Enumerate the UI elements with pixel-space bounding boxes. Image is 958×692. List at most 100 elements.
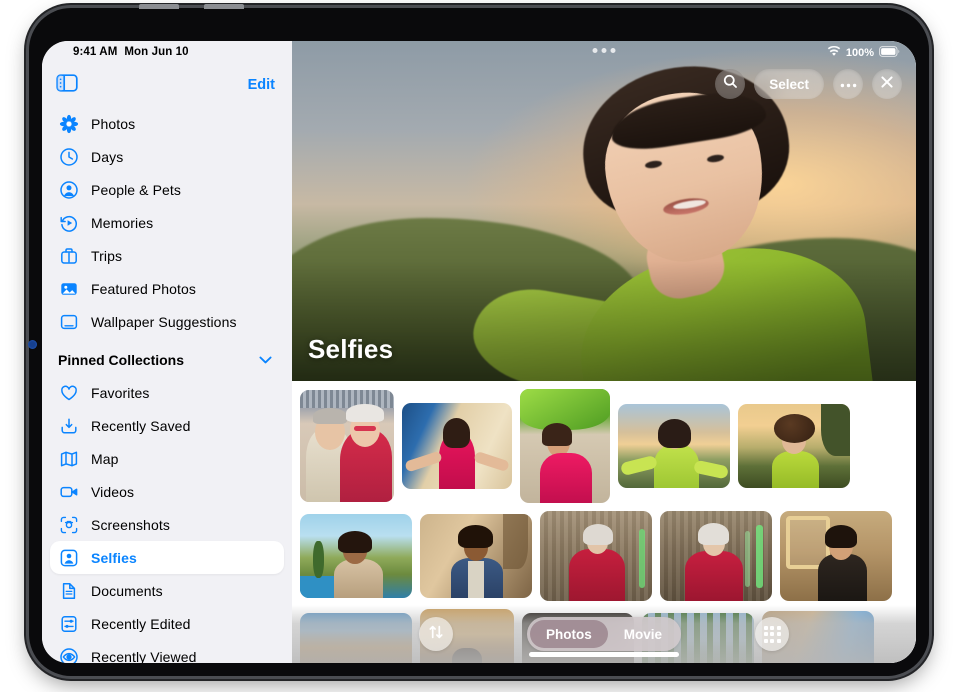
more-options-button[interactable] [833, 69, 863, 99]
photo-woman-pink-top-rocks-selfie[interactable] [402, 403, 512, 489]
sidebar-item-label: Documents [91, 583, 163, 599]
photo-grid-row [292, 511, 916, 601]
sidebar-item-featured-photos[interactable]: Featured Photos [50, 272, 284, 305]
sidebar-item-people-pets[interactable]: People & Pets [50, 173, 284, 206]
sidebar-toggle-icon[interactable] [56, 74, 78, 97]
download-tray-icon [58, 415, 79, 436]
sidebar-item-label: Days [91, 149, 123, 165]
wallpaper-icon [58, 311, 79, 332]
sidebar-item-label: Videos [91, 484, 134, 500]
grid-view-button[interactable] [755, 617, 789, 651]
ellipsis-icon [840, 75, 857, 93]
close-x-icon [880, 75, 894, 94]
photo-man-denim-jacket-selfie[interactable] [420, 514, 532, 598]
ipad-screen: 9:41 AM Mon Jun 10 Edit [42, 41, 916, 663]
photo-older-couple-selfie[interactable] [300, 390, 394, 502]
sidebar-item-videos[interactable]: Videos [50, 475, 284, 508]
memories-play-icon [58, 212, 79, 233]
sidebar-item-label: Wallpaper Suggestions [91, 314, 237, 330]
video-camera-icon [58, 481, 79, 502]
person-circle-icon [58, 179, 79, 200]
sort-arrows-icon [428, 624, 444, 645]
wifi-icon [827, 46, 841, 60]
select-label: Select [769, 77, 809, 92]
photo-woman-green-top-sunset-selfie[interactable] [618, 404, 730, 488]
grid-view-icon [764, 626, 781, 643]
sidebar-item-label: Recently Edited [91, 616, 191, 632]
sidebar-item-label: Screenshots [91, 517, 170, 533]
photo-woman-green-fabric-selfie[interactable] [520, 389, 610, 503]
device-side-indicator [28, 340, 37, 349]
status-time: 9:41 AM [73, 46, 117, 58]
search-icon [723, 74, 738, 94]
suitcase-icon [58, 245, 79, 266]
sidebar-item-selfies[interactable]: Selfies [50, 541, 284, 574]
sidebar-item-recently-viewed[interactable]: Recently Viewed [50, 640, 284, 663]
sidebar-item-wallpaper-suggestions[interactable]: Wallpaper Suggestions [50, 305, 284, 338]
pinned-collections-header[interactable]: Pinned Collections [50, 343, 284, 376]
sidebar-item-photos[interactable]: Photos [50, 107, 284, 140]
multitask-dots-icon[interactable] [593, 48, 616, 53]
photo-man-pool-selfie[interactable] [300, 514, 412, 598]
sidebar-item-label: Recently Saved [91, 418, 190, 434]
heart-icon [58, 382, 79, 403]
sidebar-item-label: Recently Viewed [91, 649, 197, 664]
segment-photos-label: Photos [546, 627, 592, 642]
photos-movie-segmented-control: Photos Movie [527, 617, 681, 651]
segment-movie-label: Movie [624, 627, 662, 642]
map-icon [58, 448, 79, 469]
status-date: Mon Jun 10 [124, 46, 188, 58]
sidebar-item-recently-saved[interactable]: Recently Saved [50, 409, 284, 442]
sort-button[interactable] [419, 617, 453, 651]
sidebar-item-recently-edited[interactable]: Recently Edited [50, 607, 284, 640]
sidebar-item-label: Favorites [91, 385, 149, 401]
eye-icon [58, 646, 79, 663]
select-button[interactable]: Select [754, 69, 824, 99]
segment-movie[interactable]: Movie [608, 620, 678, 648]
sidebar-item-documents[interactable]: Documents [50, 574, 284, 607]
battery-icon [879, 46, 900, 60]
edit-button[interactable]: Edit [248, 77, 275, 93]
sidebar-item-trips[interactable]: Trips [50, 239, 284, 272]
photo-grid-row [292, 389, 916, 503]
sidebar-item-memories[interactable]: Memories [50, 206, 284, 239]
sidebar-item-label: Map [91, 451, 119, 467]
volume-button-down[interactable] [204, 4, 244, 9]
sidebar-item-label: Featured Photos [91, 281, 196, 297]
document-icon [58, 580, 79, 601]
chevron-down-icon[interactable] [259, 351, 272, 369]
close-button[interactable] [872, 69, 902, 99]
photo-man-curly-hair-sunset-selfie[interactable] [738, 404, 850, 488]
home-indicator[interactable] [529, 652, 679, 657]
sidebar-item-map[interactable]: Map [50, 442, 284, 475]
status-bar-left: 9:41 AM Mon Jun 10 [42, 41, 292, 63]
sidebar-item-label: Memories [91, 215, 153, 231]
segment-photos[interactable]: Photos [530, 620, 608, 648]
sidebar-item-favorites[interactable]: Favorites [50, 376, 284, 409]
photo-woman-red-coat-neon-portrait[interactable] [660, 511, 772, 601]
photos-flower-icon [58, 113, 79, 134]
selfie-person-icon [58, 547, 79, 568]
status-bar-right: 100% [827, 44, 900, 62]
sidebar-item-days[interactable]: Days [50, 140, 284, 173]
clock-icon [58, 146, 79, 167]
photo-icon [58, 278, 79, 299]
ipad-device-frame: 9:41 AM Mon Jun 10 Edit [29, 8, 929, 676]
search-button[interactable] [715, 69, 745, 99]
sidebar-list: Photos Days [42, 107, 292, 663]
battery-percent-label: 100% [846, 47, 874, 59]
page-title: Selfies [308, 334, 393, 365]
sidebar-item-screenshots[interactable]: Screenshots [50, 508, 284, 541]
photo-woman-red-coat-portrait[interactable] [540, 511, 652, 601]
main-toolbar: Select [715, 69, 902, 99]
photo-man-gold-frame-portrait[interactable] [780, 511, 892, 601]
sidebar-toolbar: Edit [42, 63, 292, 107]
sliders-icon [58, 613, 79, 634]
photos-sidebar: 9:41 AM Mon Jun 10 Edit [42, 41, 292, 663]
sidebar-item-label: Trips [91, 248, 122, 264]
pinned-collections-label: Pinned Collections [58, 352, 184, 368]
volume-button-up[interactable] [139, 4, 179, 9]
sidebar-item-label: Selfies [91, 550, 137, 566]
sidebar-item-label: People & Pets [91, 182, 181, 198]
screenshot-icon [58, 514, 79, 535]
